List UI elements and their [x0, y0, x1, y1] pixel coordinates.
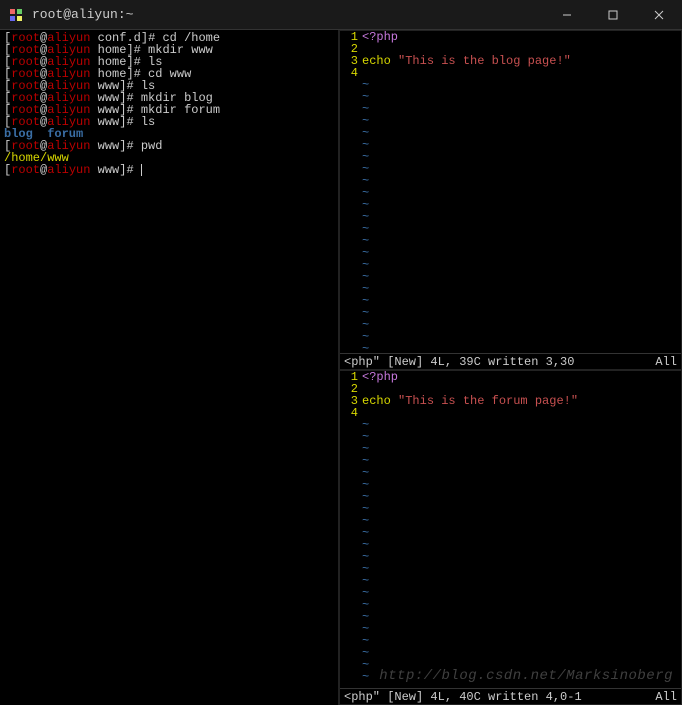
code-area-bottom[interactable]: <?php echo "This is the forum page!"; ~~… [362, 371, 681, 688]
close-button[interactable] [636, 0, 682, 30]
window-controls [544, 0, 682, 30]
app-icon [8, 7, 24, 23]
code-area-top[interactable]: <?php echo "This is the blog page!"; ~~~… [362, 31, 681, 353]
line-numbers-top: 1234 [340, 31, 362, 353]
editor-pane-bottom[interactable]: 1234 <?php echo "This is the forum page!… [339, 370, 682, 705]
minimize-button[interactable] [544, 0, 590, 30]
status-right-top: All [655, 355, 677, 369]
status-right-bottom: All [655, 690, 677, 704]
editor-column: 1234 <?php echo "This is the blog page!"… [338, 30, 682, 705]
status-bar-top: <php" [New] 4L, 39C written 3,30 All [340, 353, 681, 369]
status-bar-bottom: <php" [New] 4L, 40C written 4,0-1 All [340, 688, 681, 704]
status-left-top: <php" [New] 4L, 39C written 3,30 [344, 355, 655, 369]
main-area: [root@aliyun conf.d]# cd /home[root@aliy… [0, 30, 682, 705]
window-title: root@aliyun:~ [32, 7, 544, 22]
maximize-button[interactable] [590, 0, 636, 30]
terminal-pane[interactable]: [root@aliyun conf.d]# cd /home[root@aliy… [0, 30, 338, 705]
line-numbers-bottom: 1234 [340, 371, 362, 688]
titlebar: root@aliyun:~ [0, 0, 682, 30]
editor-pane-top[interactable]: 1234 <?php echo "This is the blog page!"… [339, 30, 682, 370]
status-left-bottom: <php" [New] 4L, 40C written 4,0-1 [344, 690, 655, 704]
